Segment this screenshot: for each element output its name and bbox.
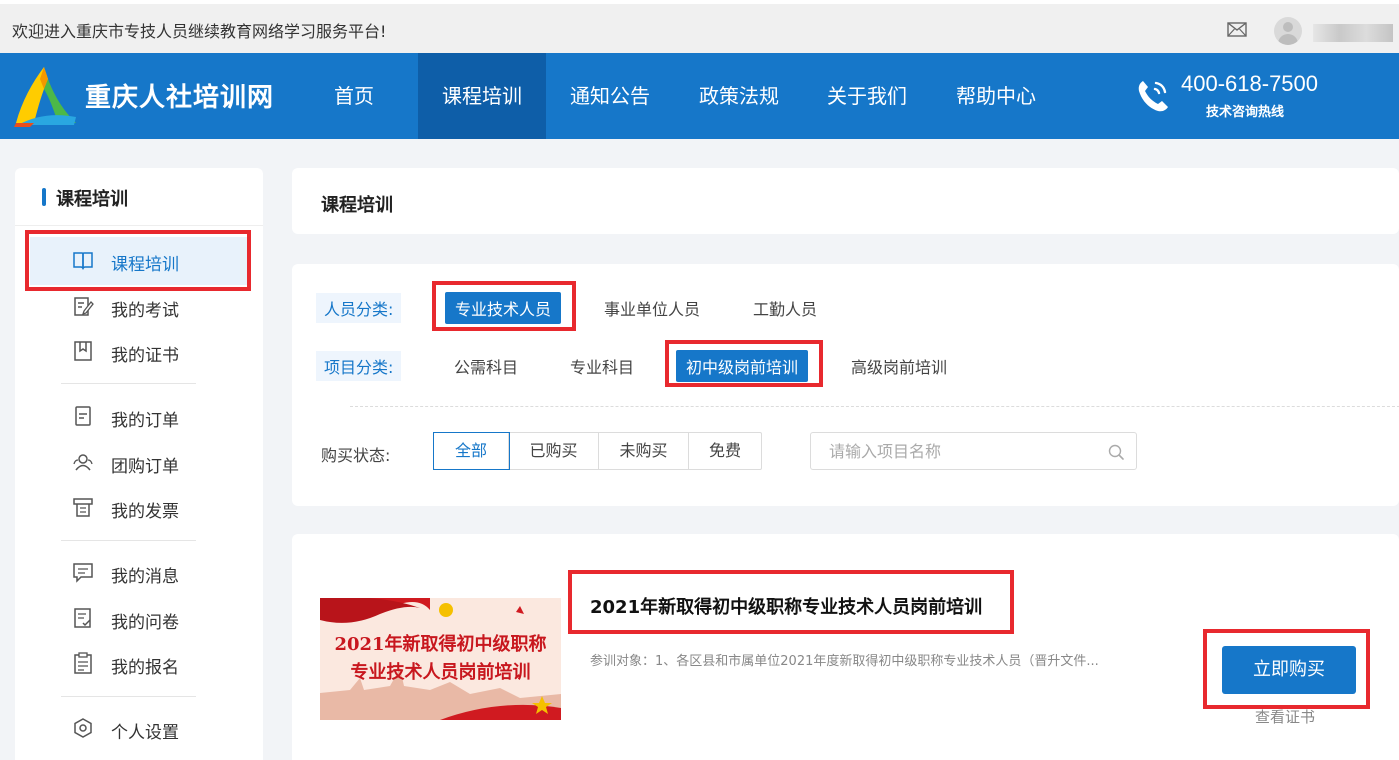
sidebar-item-label: 我的订单 [111,411,179,431]
search-icon[interactable] [1107,443,1125,461]
brand-name[interactable]: 重庆人社培训网 [85,77,274,114]
top-bar: 欢迎进入重庆市专技人员继续教育网络学习服务平台! [0,0,1399,53]
mail-icon[interactable] [1227,22,1247,37]
status-free-button[interactable]: 免费 [689,433,761,469]
sidebar-divider [61,540,196,541]
project-category-label: 项目分类: [316,351,402,381]
sidebar-item-my-certificate[interactable]: 我的证书 [30,328,248,376]
highlight-course-title [568,570,1014,634]
page-title: 课程培训 [321,195,393,216]
sidebar-item-label: 我的问卷 [111,613,179,633]
sidebar-item-settings[interactable]: 个人设置 [30,705,248,753]
highlight-professional-staff [432,281,576,331]
sidebar-title: 课程培训 [56,189,128,210]
hotline-caption: 技术咨询热线 [1206,105,1285,120]
highlight-pre-job-training [665,340,823,387]
sidebar-item-my-order[interactable]: 我的订单 [30,393,248,441]
project-search [810,432,1137,470]
filter-worker-staff[interactable]: 工勤人员 [753,296,817,320]
sidebar-divider [61,383,196,384]
survey-icon [74,608,91,628]
sidebar-item-group-order[interactable]: 团购订单 [30,439,248,487]
purchase-status-tabs: 全部 已购买 未购买 免费 [433,432,762,470]
sidebar-item-label: 我的考试 [111,301,179,321]
filter-senior-pre-job[interactable]: 高级岗前培训 [851,354,947,378]
order-icon [75,406,91,426]
filter-divider [350,406,1399,407]
nav-course-training[interactable]: 课程培训 [418,53,546,139]
sidebar-accent-bar [42,188,46,206]
status-all-button[interactable]: 全部 [433,432,510,470]
message-icon [73,563,93,583]
avatar[interactable] [1274,17,1302,45]
purchase-status-label: 购买状态: [321,446,391,465]
sidebar-item-label: 我的证书 [111,346,179,366]
person-category-label: 人员分类: [316,293,402,323]
exam-icon [74,297,94,316]
highlight-sidebar-course [25,230,251,291]
sidebar-item-my-registration[interactable]: 我的报名 [30,640,248,688]
thumbnail-title-line2: 专业技术人员岗前培训 [350,662,531,683]
logo-icon[interactable] [14,65,78,127]
sidebar-item-label: 我的消息 [111,567,179,587]
course-thumbnail[interactable]: 2021年新取得初中级职称 专业技术人员岗前培训 [320,598,561,720]
sidebar-item-my-survey[interactable]: 我的问卷 [30,595,248,643]
welcome-text: 欢迎进入重庆市专技人员继续教育网络学习服务平台! [12,22,387,41]
invoice-icon [73,498,93,517]
hotline-number: 400-618-7500 [1181,71,1319,96]
sidebar-item-label: 个人设置 [111,723,179,743]
nav-about[interactable]: 关于我们 [822,53,912,139]
sidebar-divider [61,696,196,697]
status-not-purchased-button[interactable]: 未购买 [599,433,689,469]
highlight-buy-button [1203,629,1370,709]
filter-institution-staff[interactable]: 事业单位人员 [604,296,700,320]
thumbnail-title-line1: 2021年新取得初中级职称 [334,634,547,655]
sidebar-header: 课程培训 [15,168,263,226]
main-nav: 重庆人社培训网 首页 课程培训 通知公告 政策法规 关于我们 帮助中心 400-… [0,53,1399,139]
settings-icon [74,718,92,738]
course-description: 参训对象：1、各区县和市属单位2021年度新取得初中级职称专业技术人员（晋升文件… [590,654,1099,669]
filter-public-subjects[interactable]: 公需科目 [454,354,518,378]
sidebar-item-label: 我的报名 [111,658,179,678]
filter-professional-subjects[interactable]: 专业科目 [570,354,634,378]
nav-notice[interactable]: 通知公告 [565,53,655,139]
registration-icon [74,652,92,674]
phone-icon [1138,81,1168,112]
sidebar-item-my-invoice[interactable]: 我的发票 [30,484,248,532]
view-certificate-link[interactable]: 查看证书 [1255,706,1315,727]
username-blurred[interactable] [1313,24,1393,42]
group-order-icon [73,454,93,471]
nav-home[interactable]: 首页 [318,53,390,139]
sidebar-item-my-message[interactable]: 我的消息 [30,549,248,597]
nav-help[interactable]: 帮助中心 [951,53,1041,139]
nav-policy[interactable]: 政策法规 [694,53,784,139]
search-input[interactable] [811,433,1101,469]
sidebar-item-label: 我的发票 [111,502,179,522]
status-purchased-button[interactable]: 已购买 [509,433,599,469]
page-title-card: 课程培训 [292,168,1399,234]
certificate-icon [74,341,92,361]
sidebar-item-label: 团购订单 [111,457,179,477]
